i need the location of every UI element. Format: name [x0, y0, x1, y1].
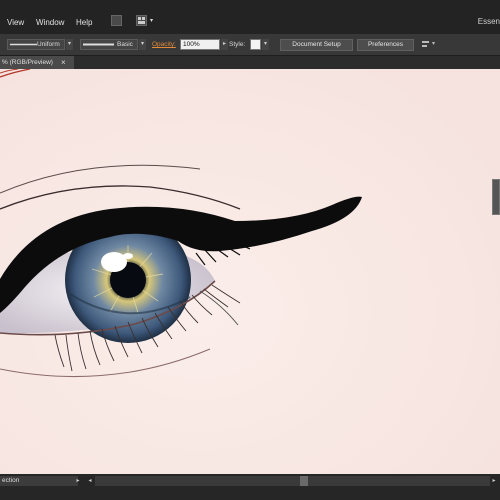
align-chevron-icon[interactable]: ▾	[432, 40, 435, 47]
close-icon[interactable]: ×	[61, 56, 66, 69]
stroke-profile-select[interactable]: Uniform	[7, 39, 65, 50]
stroke-profile-label: Uniform	[37, 41, 60, 48]
brush-dropdown[interactable]: ▾	[139, 39, 146, 50]
arrange-docs-icon[interactable]	[136, 15, 147, 26]
document-tab-title: % (RGB/Preview)	[2, 59, 53, 66]
brush-label: Basic	[117, 41, 133, 48]
opacity-label[interactable]: Opacity:	[152, 41, 176, 48]
align-icon[interactable]	[421, 39, 431, 50]
br-icon[interactable]	[111, 15, 122, 26]
workspace-switcher[interactable]: Essen	[478, 17, 500, 26]
opacity-input[interactable]: 100%	[180, 39, 220, 50]
current-tool-field[interactable]: ection	[0, 476, 78, 486]
catchlight-small	[123, 253, 133, 259]
style-label: Style:	[229, 41, 246, 48]
menu-help[interactable]: Help	[76, 18, 92, 27]
artboard-canvas[interactable]	[0, 69, 500, 474]
control-bar: Uniform ▾ Basic ▾ Opacity: 100% ▸ Style:…	[0, 34, 500, 56]
arrange-docs-chevron-icon[interactable]: ▾	[150, 17, 153, 24]
menu-window[interactable]: Window	[36, 18, 64, 27]
scroll-right-arrow-icon[interactable]: ▸	[490, 476, 498, 486]
catchlight	[101, 252, 127, 272]
eye-illustration	[0, 69, 500, 474]
horizontal-scroll-thumb[interactable]	[300, 476, 308, 486]
document-tab[interactable]: % (RGB/Preview) ×	[0, 56, 74, 69]
style-swatch[interactable]	[250, 39, 261, 50]
preferences-button[interactable]: Preferences	[357, 39, 414, 51]
brush-select[interactable]: Basic	[80, 39, 138, 50]
vertical-scroll-thumb[interactable]	[492, 179, 500, 215]
document-setup-button[interactable]: Document Setup	[280, 39, 353, 51]
scroll-left-arrow-icon[interactable]: ◂	[86, 476, 94, 486]
status-bar: ection ▸ ◂ ▸	[0, 474, 500, 500]
horizontal-scrollbar[interactable]	[95, 476, 490, 486]
style-dropdown[interactable]: ▾	[262, 39, 269, 50]
stroke-profile-dropdown[interactable]: ▾	[66, 39, 73, 50]
menu-view[interactable]: View	[7, 18, 24, 27]
opacity-dropdown[interactable]: ▸	[221, 39, 228, 50]
menu-bar: View Window Help ▾ Essen	[0, 0, 500, 34]
document-tab-bar: % (RGB/Preview) ×	[0, 56, 500, 69]
status-menu-arrow-icon[interactable]: ▸	[74, 476, 82, 486]
